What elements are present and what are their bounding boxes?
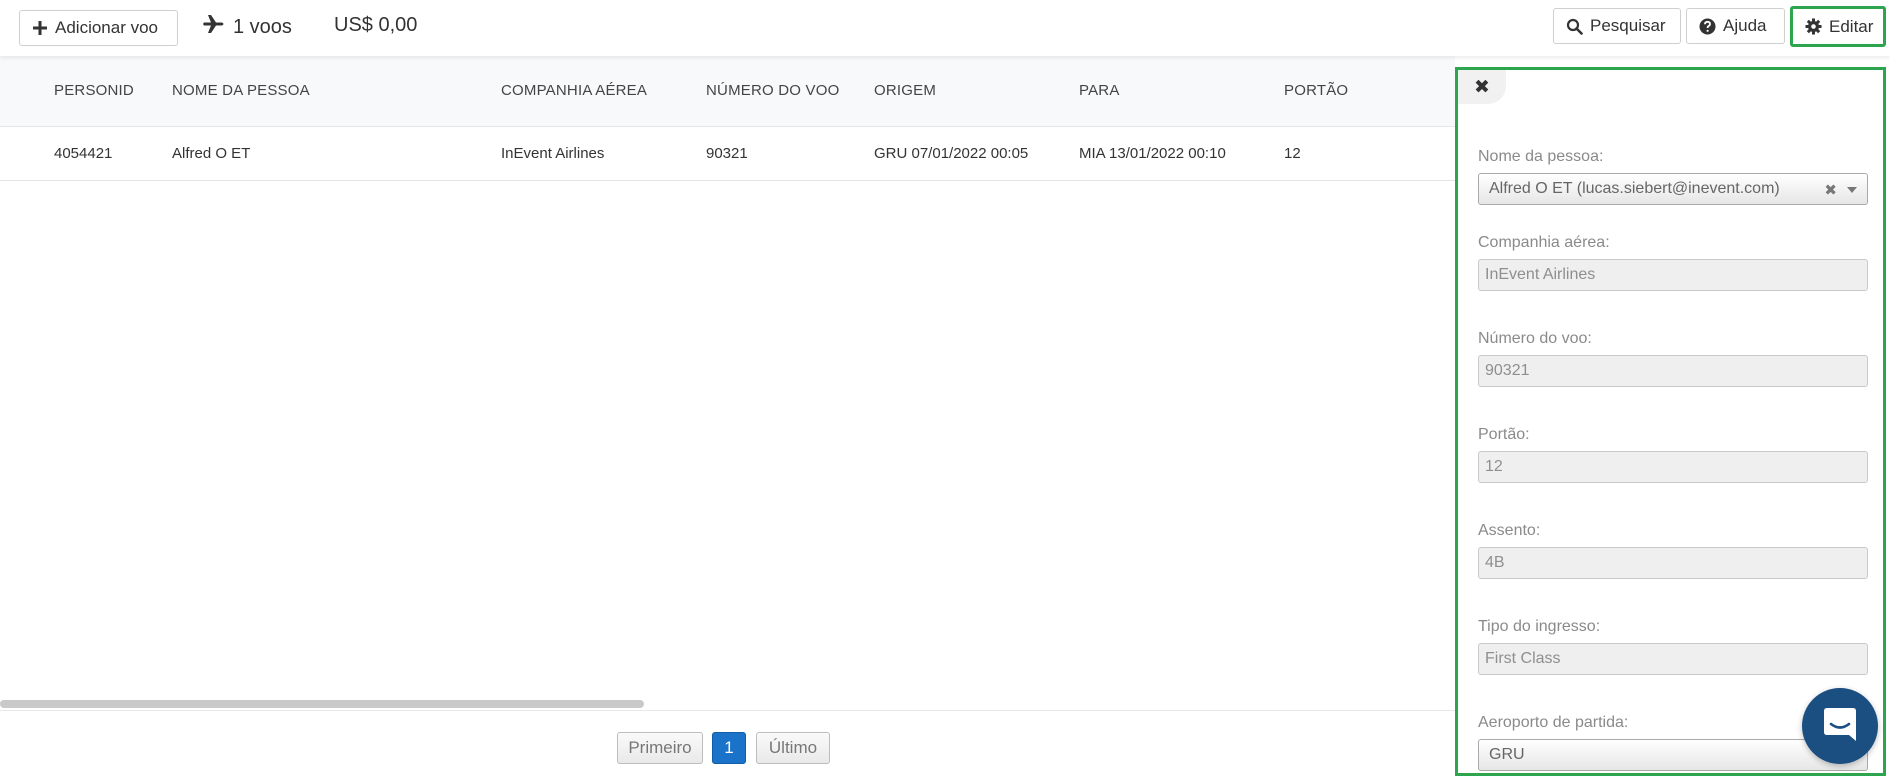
ticket-type-field[interactable]: First Class — [1478, 643, 1868, 675]
cell-flight-number: 90321 — [706, 145, 748, 162]
table-header: PERSONID NOME DA PESSOA COMPANHIA AÉREA … — [0, 56, 1455, 127]
close-icon: ✖ — [1474, 76, 1490, 98]
gate-field[interactable]: 12 — [1478, 451, 1868, 483]
plane-icon — [203, 14, 225, 40]
close-panel-button[interactable]: ✖ — [1458, 70, 1506, 104]
plus-icon — [32, 20, 48, 36]
edit-label: Editar — [1829, 16, 1874, 36]
edit-flight-panel: ✖ Nome da pessoa: Alfred O ET (lucas.sie… — [1455, 67, 1886, 776]
horizontal-scrollbar[interactable] — [0, 700, 644, 708]
column-header-destination[interactable]: PARA — [1079, 82, 1120, 99]
cell-person-name: Alfred O ET — [172, 145, 251, 162]
top-toolbar: Adicionar voo 1 voos US$ 0,00 Pesquisar … — [0, 0, 1890, 56]
flights-table: PERSONID NOME DA PESSOA COMPANHIA AÉREA … — [0, 56, 1455, 782]
gate-label: Portão: — [1478, 426, 1530, 443]
clear-selection-icon[interactable]: ✖ — [1824, 181, 1837, 199]
chat-launcher-button[interactable] — [1802, 688, 1878, 764]
cell-personid: 4054421 — [54, 145, 113, 162]
total-cost: US$ 0,00 — [334, 14, 417, 37]
search-button[interactable]: Pesquisar — [1553, 8, 1681, 44]
footer-divider — [0, 710, 1455, 711]
person-name-select[interactable]: Alfred O ET (lucas.siebert@inevent.com) … — [1478, 173, 1868, 205]
edit-button[interactable]: Editar — [1790, 6, 1886, 47]
cell-gate: 12 — [1284, 145, 1301, 162]
column-header-flight-number[interactable]: NÚMERO DO VOO — [706, 82, 839, 99]
gear-icon — [1805, 18, 1822, 35]
question-circle-icon — [1699, 18, 1716, 35]
flights-count-label: 1 voos — [233, 15, 292, 38]
departure-airport-value: GRU — [1489, 746, 1525, 763]
search-icon — [1566, 18, 1583, 35]
cell-airline: InEvent Airlines — [501, 145, 605, 162]
airline-field[interactable]: InEvent Airlines — [1478, 259, 1868, 291]
add-flight-label: Adicionar voo — [55, 18, 159, 37]
flight-number-label: Número do voo: — [1478, 330, 1592, 347]
column-header-person-name[interactable]: NOME DA PESSOA — [172, 82, 310, 99]
departure-airport-label: Aeroporto de partida: — [1478, 714, 1629, 731]
cell-origin: GRU 07/01/2022 00:05 — [874, 145, 1029, 162]
flights-count: 1 voos — [203, 14, 292, 40]
last-page-button[interactable]: Último — [756, 732, 830, 764]
column-header-airline[interactable]: COMPANHIA AÉREA — [501, 82, 647, 99]
help-label: Ajuda — [1723, 16, 1767, 35]
airline-label: Companhia aérea: — [1478, 234, 1610, 251]
seat-label: Assento: — [1478, 522, 1541, 539]
table-row[interactable]: 4054421 Alfred O ET InEvent Airlines 903… — [0, 127, 1455, 181]
first-page-button[interactable]: Primeiro — [617, 732, 703, 764]
chevron-down-icon[interactable] — [1847, 187, 1857, 193]
current-page-button[interactable]: 1 — [712, 732, 746, 764]
ticket-type-label: Tipo do ingresso: — [1478, 618, 1601, 635]
search-label: Pesquisar — [1590, 16, 1666, 35]
seat-field[interactable]: 4B — [1478, 547, 1868, 579]
column-header-gate[interactable]: PORTÃO — [1284, 82, 1348, 99]
column-header-origin[interactable]: ORIGEM — [874, 82, 936, 99]
chat-icon — [1821, 705, 1859, 748]
add-flight-button[interactable]: Adicionar voo — [19, 10, 178, 46]
cell-destination: MIA 13/01/2022 00:10 — [1079, 145, 1226, 162]
column-header-personid[interactable]: PERSONID — [54, 82, 134, 99]
person-name-value: Alfred O ET (lucas.siebert@inevent.com) — [1489, 180, 1780, 197]
total-cost-label: US$ 0,00 — [334, 14, 418, 36]
flight-number-field[interactable]: 90321 — [1478, 355, 1868, 387]
person-name-label: Nome da pessoa: — [1478, 148, 1604, 165]
help-button[interactable]: Ajuda — [1686, 8, 1785, 44]
